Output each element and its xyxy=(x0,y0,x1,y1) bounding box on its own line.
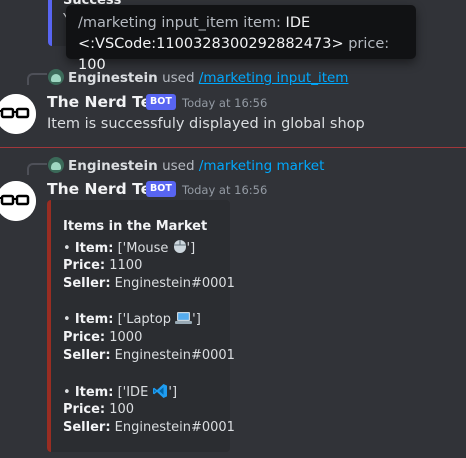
item-label: Item: xyxy=(74,385,114,400)
reply-command-link[interactable]: /marketing market xyxy=(199,158,325,174)
message-content: Item is successfuly displayed in global … xyxy=(47,116,365,132)
seller-label: Seller: xyxy=(63,276,111,291)
embed-accent-bar xyxy=(47,200,51,452)
price-label: Price: xyxy=(63,402,106,417)
item-label: Item: xyxy=(74,312,114,327)
laptop-icon xyxy=(175,312,193,324)
reply-username[interactable]: Enginestein xyxy=(68,158,158,174)
new-messages-divider xyxy=(0,147,466,148)
reply-context: Enginestein used /marketing market xyxy=(68,158,324,174)
embed-seller-line: Seller: Enginestein#0001 xyxy=(63,420,235,435)
message-timestamp[interactable]: Today at 16:56 xyxy=(182,96,267,110)
reply-context: Enginestein used /marketing input_item xyxy=(68,70,348,86)
item-label: Item: xyxy=(74,241,114,256)
embed-item-line: • Item: ['IDE '] xyxy=(63,384,178,400)
reply-command-link[interactable]: /marketing input_item xyxy=(199,70,349,86)
price-label: Price: xyxy=(63,330,106,345)
item-value-close: '] xyxy=(192,312,201,327)
price-value: 1100 xyxy=(109,258,143,273)
embed-price-line: Price: 1000 xyxy=(63,330,142,345)
tooltip-item-value: IDE xyxy=(285,15,311,31)
command-tooltip: /marketing input_item item: IDE <:VSCode… xyxy=(66,5,416,73)
item-value-open: ['IDE xyxy=(117,385,153,400)
seller-value: Enginestein#0001 xyxy=(114,348,235,363)
embed-item-line: • Item: ['Mouse '] xyxy=(63,240,196,256)
embed-seller-line: Seller: Enginestein#0001 xyxy=(63,276,235,291)
glasses-icon xyxy=(0,181,36,221)
embed-item-line: • Item: ['Laptop '] xyxy=(63,312,201,327)
item-value-close: '] xyxy=(168,385,178,400)
seller-value: Enginestein#0001 xyxy=(114,276,235,291)
previous-embed-accent xyxy=(48,0,52,46)
price-value: 100 xyxy=(109,402,135,417)
message-timestamp[interactable]: Today at 16:56 xyxy=(182,183,267,197)
glasses-icon xyxy=(0,94,36,134)
reply-avatar[interactable] xyxy=(48,69,64,85)
tooltip-command: /marketing input_item item: xyxy=(78,15,286,31)
embed-seller-line: Seller: Enginestein#0001 xyxy=(63,348,235,363)
vscode-icon xyxy=(153,384,168,398)
price-value: 1000 xyxy=(109,330,143,345)
item-value-open: ['Mouse xyxy=(117,241,173,256)
embed-price-line: Price: 1100 xyxy=(63,258,142,273)
bot-tag: BOT xyxy=(146,94,176,110)
price-label: Price: xyxy=(63,258,106,273)
reply-used-text: used xyxy=(162,70,195,86)
reply-spine xyxy=(27,163,47,175)
bot-tag: BOT xyxy=(146,181,176,197)
avatar[interactable] xyxy=(0,181,36,221)
seller-label: Seller: xyxy=(63,420,111,435)
reply-used-text: used xyxy=(162,158,195,174)
tooltip-emoji-value: <:VSCode:1100328300292882473> xyxy=(78,36,344,52)
seller-label: Seller: xyxy=(63,348,111,363)
item-value-open: ['Laptop xyxy=(117,312,176,327)
reply-username[interactable]: Enginestein xyxy=(68,70,158,86)
item-value-close: '] xyxy=(186,241,196,256)
embed-price-line: Price: 100 xyxy=(63,402,134,417)
tooltip-price-key: price: xyxy=(343,36,390,52)
reply-avatar[interactable] xyxy=(48,157,64,173)
computer-mouse-icon xyxy=(173,240,186,253)
avatar[interactable] xyxy=(0,94,36,134)
embed-title: Items in the Market xyxy=(63,219,208,234)
seller-value: Enginestein#0001 xyxy=(114,420,235,435)
reply-spine xyxy=(27,73,47,85)
